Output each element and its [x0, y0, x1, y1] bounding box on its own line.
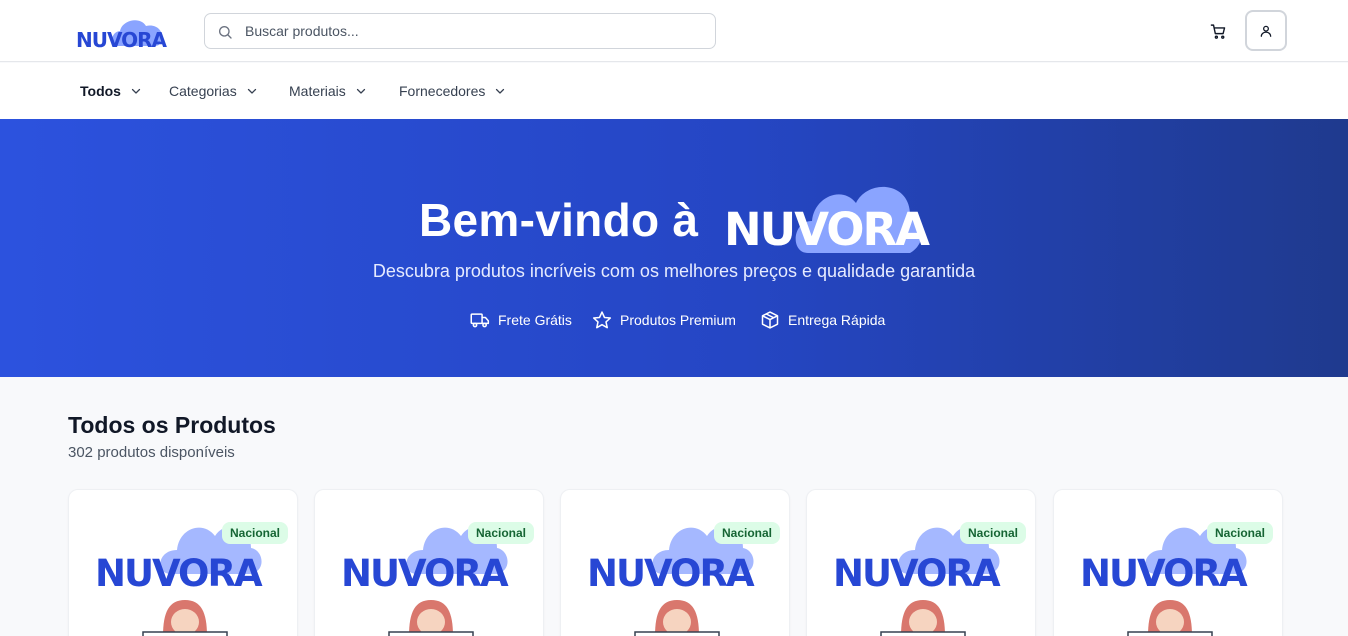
- star-icon: [592, 311, 612, 329]
- top-header: NUVORA: [0, 0, 1348, 62]
- nav-todos[interactable]: Todos: [80, 63, 142, 119]
- products-count: 302 produtos disponíveis: [68, 444, 235, 461]
- feature-frete-gratis: Frete Grátis: [470, 309, 572, 331]
- product-card[interactable]: NUVORA Nacional: [1053, 489, 1283, 636]
- feature-entrega-rapida: Entrega Rápida: [760, 309, 885, 331]
- svg-text:NUVORA: NUVORA: [76, 28, 168, 50]
- chevron-down-icon: [356, 88, 365, 94]
- badge-nacional: Nacional: [713, 522, 780, 544]
- product-card[interactable]: NUVORA Nacional: [560, 489, 790, 636]
- badge-nacional: Nacional: [467, 522, 534, 544]
- badge-nacional: Nacional: [1206, 522, 1273, 544]
- nav-fornecedores-label: Fornecedores: [399, 83, 486, 99]
- search-icon: [219, 26, 232, 39]
- feature-premium-label: Produtos Premium: [620, 312, 736, 328]
- user-icon: [1260, 25, 1272, 37]
- chevron-down-icon: [247, 88, 256, 94]
- nav-fornecedores[interactable]: Fornecedores: [399, 63, 506, 119]
- hero-title: Bem-vindo à NUVORA: [0, 186, 1348, 256]
- product-card[interactable]: NUVORA Nacional: [68, 489, 298, 636]
- hero-subtitle: Descubra produtos incríveis com os melho…: [372, 261, 976, 281]
- products-title: Todos os Produtos: [68, 412, 276, 438]
- truck-icon: [470, 313, 490, 328]
- product-card[interactable]: NUVORA Nacional: [806, 489, 1036, 636]
- category-nav: Todos Categorias Materiais Fornecedores: [0, 63, 1348, 119]
- product-card[interactable]: NUVORA Nacional: [314, 489, 544, 636]
- nav-todos-label: Todos: [80, 83, 121, 99]
- hero-nuvora-logo: NUVORA: [724, 186, 932, 256]
- svg-text:NUVORA: NUVORA: [1080, 552, 1248, 595]
- svg-text:NUVORA: NUVORA: [833, 552, 1001, 595]
- search-input[interactable]: [245, 14, 705, 48]
- cart-button[interactable]: [1205, 19, 1231, 43]
- nav-categorias-label: Categorias: [169, 83, 237, 99]
- feature-entrega-label: Entrega Rápida: [788, 312, 886, 328]
- badge-nacional: Nacional: [959, 522, 1026, 544]
- user-account-button[interactable]: [1245, 10, 1287, 51]
- package-icon: [761, 311, 779, 329]
- svg-text:NUVORA: NUVORA: [724, 203, 930, 256]
- chevron-down-icon: [131, 88, 141, 94]
- nav-materiais-label: Materiais: [289, 83, 346, 99]
- search-bar[interactable]: [204, 13, 716, 49]
- nav-categorias[interactable]: Categorias: [169, 63, 258, 119]
- chevron-down-icon: [496, 88, 505, 94]
- hero-banner: Bem-vindo à NUVORA Descubra produtos inc…: [0, 119, 1348, 377]
- svg-text:NUVORA: NUVORA: [95, 552, 263, 595]
- hero-title-text: Bem-vindo à: [419, 194, 699, 246]
- feature-frete-label: Frete Grátis: [498, 312, 572, 328]
- nuvora-logo[interactable]: NUVORA: [74, 12, 174, 50]
- nav-materiais[interactable]: Materiais: [289, 63, 367, 119]
- badge-nacional: Nacional: [221, 522, 288, 544]
- feature-produtos-premium: Produtos Premium: [592, 309, 736, 331]
- shopping-cart-icon: [1210, 23, 1225, 39]
- hero-features: Frete Grátis Produtos Premium Entrega Rá…: [0, 309, 1348, 331]
- svg-text:NUVORA: NUVORA: [341, 552, 509, 595]
- svg-text:NUVORA: NUVORA: [587, 552, 755, 595]
